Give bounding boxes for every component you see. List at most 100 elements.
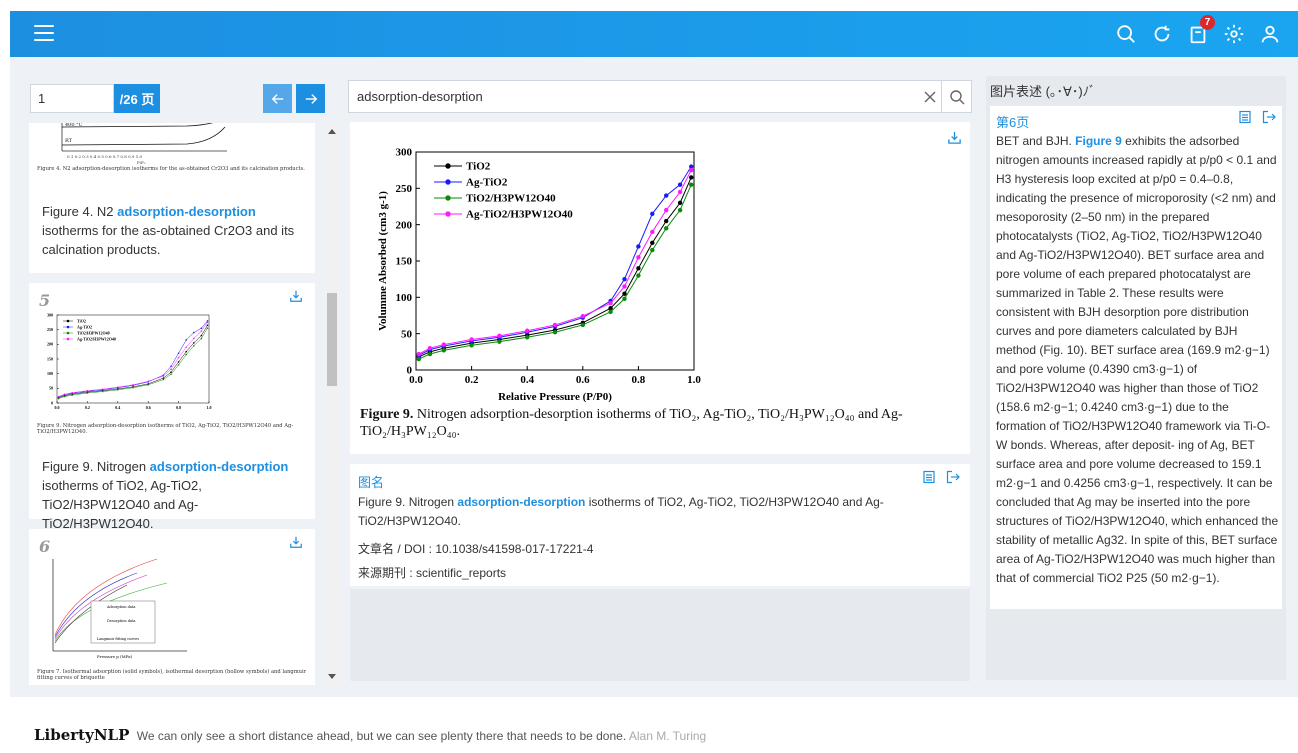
y-tick-label: 200 [396,219,413,231]
data-point [497,339,502,344]
data-point [497,333,502,339]
data-point [636,273,641,278]
download-icon[interactable] [947,130,962,145]
x-tick-label: 0.0 [55,405,60,410]
data-point [689,182,694,187]
data-point [441,342,446,347]
isotherm-chart: 0.0 0.2 0.4 0.6 0.8 1.0050100150200250300Rela… [377,147,701,403]
search-icon[interactable] [1108,11,1144,57]
data-point [177,361,180,363]
pager: /26 页 [29,79,345,116]
results-column: /26 页 400 °C RT 0.1 0 [29,79,345,685]
description-column: 图片表述 (｡･∀･)ﾉﾞ 第6页 BET and BJH. Figure 9 … [986,76,1286,680]
y-tick-label: 150 [396,256,413,268]
gear-icon[interactable] [1216,11,1252,57]
data-point [177,364,180,366]
data-point [57,395,60,398]
figure-thumbnail: 0.0 0.2 0.4 0.6 0.8 1.0 0 50 100 150 200 250 300 TiO2… [37,309,307,439]
prev-page-button[interactable] [263,84,292,113]
result-card[interactable]: 5 0.0 0.2 0.4 0.6 0.8 1.0 0 50 100 150 200 250 300 Ti… [29,283,315,531]
scroll-down-icon[interactable] [328,674,336,679]
scroll-up-icon[interactable] [328,129,336,134]
data-point [193,337,195,340]
result-card[interactable]: 6 Adsorption data Desorption data Langmu… [29,529,315,685]
result-card-text: Figure 4. N2 adsorption-desorption isoth… [42,204,295,257]
figure-name-label: 图名 [358,475,385,490]
user-icon[interactable] [1252,11,1288,57]
notification-badge: 7 [1200,15,1215,30]
document-icon[interactable] [1238,110,1252,124]
search-input[interactable] [357,89,897,104]
data-point [441,348,446,353]
footer-author: Alan M. Turing [628,729,707,743]
x-tick-label: 0.4 [520,374,534,386]
x-tick-label: 0.2 [85,405,90,410]
external-link-icon[interactable] [946,470,960,484]
results-list[interactable]: 400 °C RT 0.1 0.2 0.3 0.4 0.5 0.6 0.7 0.… [29,123,319,685]
data-point [622,296,627,301]
search-button[interactable] [941,81,972,112]
data-point [608,300,613,306]
data-point [664,193,669,198]
data-point [162,378,165,381]
data-point [170,373,172,376]
data-point [677,189,683,195]
data-point [185,353,187,356]
y-tick-label: 0 [51,400,53,405]
article-doi: 文章名 / DOI : 10.1038/s41598-017-17221-4 [358,542,594,556]
y-tick-label: 250 [396,183,413,195]
data-point [132,384,134,386]
result-card[interactable]: 400 °C RT 0.1 0.2 0.3 0.4 0.5 0.6 0.7 0.… [29,123,315,273]
document-icon[interactable]: 7 [1180,11,1216,57]
data-point [469,337,474,342]
refresh-icon[interactable] [1144,11,1180,57]
data-point [622,276,627,282]
result-card-number: 6 [39,537,51,556]
y-tick-label: 0 [407,365,413,377]
legend-label: Ag-TiO2 [77,324,92,329]
data-point [416,356,421,362]
data-point [206,321,209,324]
download-icon[interactable] [289,289,303,303]
external-link-icon[interactable] [1262,110,1276,124]
data-point [185,350,187,353]
data-point [193,331,195,334]
thumbnail-caption: Figure 4. N2 adsorption-desorption isoth… [37,166,305,172]
thumbnail-caption: Figure 9. Nitrogen adsorption-desorption… [37,423,294,435]
x-tick-label: 0.8 [632,374,646,386]
data-point [170,365,172,368]
legend-label: Ag-TiO2/H3PW12O40 [466,209,573,221]
figure-name-text: Figure 9. Nitrogen adsorption-desorption… [358,495,884,528]
brand-logo: LibertyNLP [34,726,130,744]
data-point [200,327,203,329]
data-point [664,207,669,213]
footer-quote: We can only see a short distance ahead, … [136,729,627,743]
data-point [185,339,187,341]
empty-area [350,589,970,681]
y-axis-label: Volumme Absorbed (cm3 g-1) [377,191,389,331]
results-scrollbar[interactable] [325,123,339,685]
search-icon [950,89,965,104]
data-point [608,309,613,315]
data-point [71,394,73,396]
data-point [147,384,149,386]
data-point [162,377,165,379]
close-icon[interactable] [921,88,939,106]
data-point [71,391,73,394]
page-number-input[interactable] [30,84,114,113]
hamburger-menu-icon[interactable] [34,25,54,43]
download-icon[interactable] [289,535,303,549]
data-point [57,397,60,400]
scroll-thumb[interactable] [327,293,337,386]
svg-text:RT: RT [65,138,73,144]
legend-label: Ag-TiO2/H3PW12O40 [77,336,116,341]
x-tick-label: 1.0 [207,405,212,410]
data-point [525,328,530,333]
y-tick-label: 50 [49,386,53,391]
document-icon[interactable] [922,470,936,484]
next-page-button[interactable] [296,84,325,113]
svg-text:Adsorption data: Adsorption data [106,605,135,609]
data-point [416,351,421,357]
result-card-number: 5 [39,291,51,310]
figure-thumbnail: 400 °C RT 0.1 0.2 0.3 0.4 0.5 0.6 0.7 0.… [37,123,307,177]
